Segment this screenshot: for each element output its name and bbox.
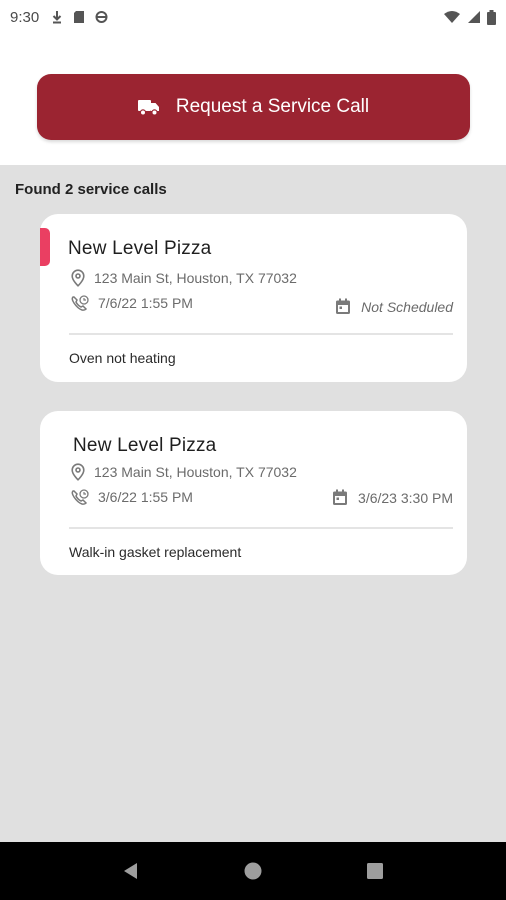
location-pin-icon xyxy=(71,269,85,287)
results-count: Found 2 service calls xyxy=(15,181,167,198)
status-time: 9:30 xyxy=(10,8,40,26)
sync-icon xyxy=(95,11,108,23)
customer-name: New Level Pizza xyxy=(68,238,212,259)
request-button-label: Request a Service Call xyxy=(175,96,370,117)
battery-icon xyxy=(487,9,496,25)
phone-clock-icon xyxy=(71,295,89,311)
home-icon[interactable] xyxy=(243,861,263,881)
calendar-icon xyxy=(336,298,351,314)
service-call-list: Found 2 service calls New Level Pizza 12… xyxy=(0,165,506,842)
created-datetime: 7/6/22 1:55 PM xyxy=(98,295,193,311)
back-icon[interactable] xyxy=(121,861,141,881)
location-pin-icon xyxy=(71,463,85,481)
status-bar: 9:30 xyxy=(0,0,506,34)
call-description: Walk-in gasket replacement xyxy=(69,544,242,560)
calendar-icon xyxy=(333,489,348,505)
divider xyxy=(69,333,453,335)
address-text: 123 Main St, Houston, TX 77032 xyxy=(94,464,297,480)
schedule-status: Not Scheduled xyxy=(335,298,453,315)
download-icon xyxy=(52,11,62,24)
phone-clock-icon xyxy=(71,489,89,505)
address-row: 123 Main St, Houston, TX 77032 xyxy=(70,463,297,481)
divider xyxy=(69,527,453,529)
truck-icon xyxy=(137,99,159,116)
service-call-card[interactable]: New Level Pizza 123 Main St, Houston, TX… xyxy=(40,411,467,575)
address-row: 123 Main St, Houston, TX 77032 xyxy=(70,269,297,287)
scheduled-datetime: 3/6/23 3:30 PM xyxy=(358,489,453,506)
sd-card-icon xyxy=(74,11,85,23)
customer-name: New Level Pizza xyxy=(73,435,217,456)
service-call-card[interactable]: New Level Pizza 123 Main St, Houston, TX… xyxy=(40,214,467,382)
recents-icon[interactable] xyxy=(365,861,385,881)
created-row: 3/6/22 1:55 PM xyxy=(70,488,193,506)
created-row: 7/6/22 1:55 PM xyxy=(70,294,193,312)
scheduled-status-text: Not Scheduled xyxy=(361,298,453,315)
unscheduled-indicator xyxy=(40,228,50,266)
schedule-status: 3/6/23 3:30 PM xyxy=(332,489,453,506)
request-service-call-button[interactable]: Request a Service Call xyxy=(37,74,470,140)
address-text: 123 Main St, Houston, TX 77032 xyxy=(94,270,297,286)
created-datetime: 3/6/22 1:55 PM xyxy=(98,489,193,505)
cell-signal-icon xyxy=(468,11,480,23)
wifi-icon xyxy=(444,11,460,23)
call-description: Oven not heating xyxy=(69,350,176,366)
system-nav-bar xyxy=(0,842,506,900)
